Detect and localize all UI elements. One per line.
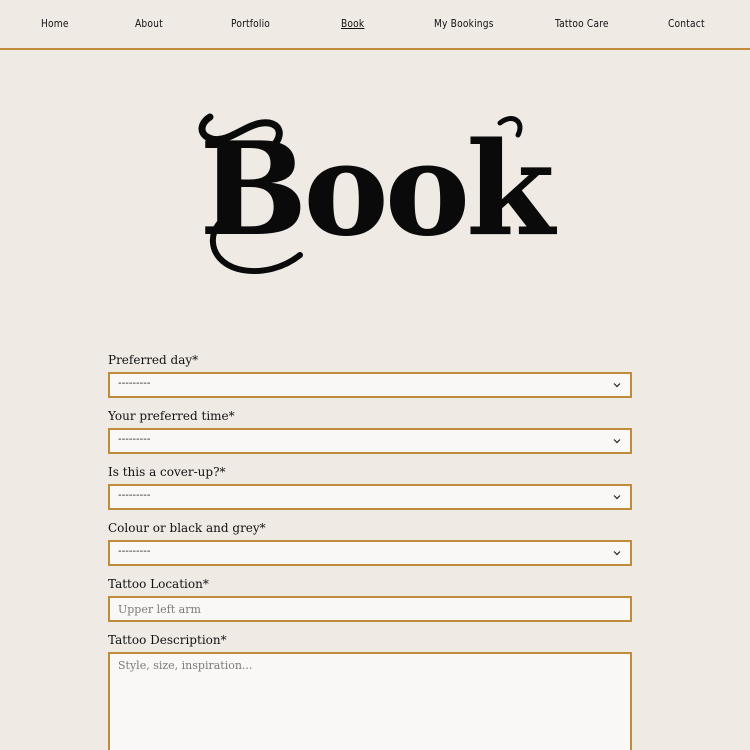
colour-value: --------- xyxy=(118,546,151,557)
booking-form: Preferred day* --------- Your preferred … xyxy=(108,350,632,750)
hero: Book xyxy=(0,95,750,295)
tattoo-description-textarea[interactable] xyxy=(108,652,632,750)
main-navbar: Home About Portfolio Book My Bookings Ta… xyxy=(0,0,750,50)
nav-link-my-bookings[interactable]: My Bookings xyxy=(434,17,494,30)
chevron-down-icon xyxy=(613,439,621,444)
tattoo-location-label: Tattoo Location* xyxy=(108,577,209,591)
nav-link-tattoo-care[interactable]: Tattoo Care xyxy=(555,17,609,30)
cover-up-label: Is this a cover-up?* xyxy=(108,465,226,479)
cover-up-value: --------- xyxy=(118,490,151,501)
preferred-time-value: --------- xyxy=(118,434,151,445)
preferred-day-value: --------- xyxy=(118,378,151,389)
preferred-time-select[interactable]: --------- xyxy=(108,428,632,454)
colour-label: Colour or black and grey* xyxy=(108,521,266,535)
page-title: Book xyxy=(199,115,555,265)
nav-link-about[interactable]: About xyxy=(135,17,163,30)
nav-link-home[interactable]: Home xyxy=(41,17,69,30)
preferred-day-select[interactable]: --------- xyxy=(108,372,632,398)
nav-link-book[interactable]: Book xyxy=(341,17,364,30)
preferred-time-label: Your preferred time* xyxy=(108,409,235,423)
chevron-down-icon xyxy=(613,383,621,388)
chevron-down-icon xyxy=(613,551,621,556)
nav-link-portfolio[interactable]: Portfolio xyxy=(231,17,270,30)
nav-link-contact[interactable]: Contact xyxy=(668,17,705,30)
cover-up-select[interactable]: --------- xyxy=(108,484,632,510)
chevron-down-icon xyxy=(613,495,621,500)
colour-select[interactable]: --------- xyxy=(108,540,632,566)
tattoo-location-input[interactable] xyxy=(108,596,632,622)
preferred-day-label: Preferred day* xyxy=(108,353,199,367)
tattoo-description-label: Tattoo Description* xyxy=(108,633,227,647)
